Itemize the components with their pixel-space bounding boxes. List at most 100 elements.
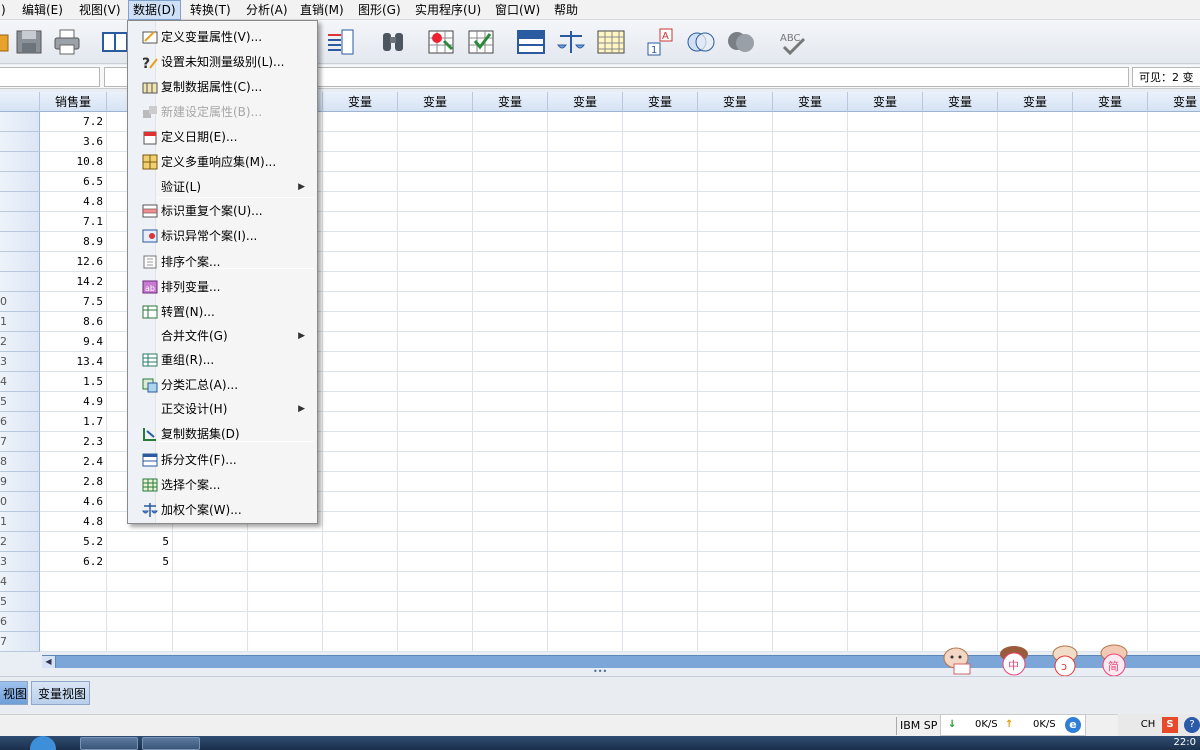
grid-cell[interactable] bbox=[623, 492, 698, 512]
grid-cell[interactable] bbox=[548, 412, 623, 432]
grid-cell[interactable] bbox=[398, 372, 473, 392]
grid-cell[interactable] bbox=[623, 252, 698, 272]
grid-cell[interactable] bbox=[473, 392, 548, 412]
grid-cell[interactable] bbox=[323, 552, 398, 572]
grid-cell[interactable] bbox=[548, 532, 623, 552]
grid-cell[interactable] bbox=[773, 112, 848, 132]
grid-cell[interactable] bbox=[848, 232, 923, 252]
grid-cell[interactable] bbox=[398, 152, 473, 172]
grid-cell[interactable] bbox=[623, 312, 698, 332]
grid-cell[interactable] bbox=[923, 392, 998, 412]
grid-cell[interactable] bbox=[923, 412, 998, 432]
grid-cell[interactable] bbox=[323, 472, 398, 492]
grid-cell[interactable] bbox=[998, 292, 1073, 312]
grid-cell[interactable] bbox=[923, 452, 998, 472]
grid-cell[interactable] bbox=[398, 432, 473, 452]
grid-cell[interactable] bbox=[1148, 252, 1200, 272]
grid-cell[interactable] bbox=[998, 172, 1073, 192]
column-header-empty-var[interactable]: 变量 bbox=[1073, 92, 1148, 112]
grid-cell[interactable]: 1.5 bbox=[40, 372, 107, 392]
grid-cell[interactable] bbox=[1148, 612, 1200, 632]
grid-cell[interactable] bbox=[848, 572, 923, 592]
grid-cell[interactable] bbox=[923, 112, 998, 132]
grid-cell[interactable] bbox=[773, 392, 848, 412]
row-header[interactable]: 7 bbox=[0, 432, 40, 452]
grid-cell[interactable] bbox=[1073, 212, 1148, 232]
grid-cell[interactable] bbox=[1148, 232, 1200, 252]
grid-cell[interactable] bbox=[398, 472, 473, 492]
grid-cell[interactable] bbox=[773, 172, 848, 192]
grid-cell[interactable] bbox=[698, 292, 773, 312]
grid-cell[interactable] bbox=[998, 132, 1073, 152]
menu-data[interactable]: 数据(D) bbox=[128, 0, 181, 20]
grid-cell[interactable] bbox=[1073, 432, 1148, 452]
grid-cell[interactable] bbox=[998, 332, 1073, 352]
grid-cell[interactable] bbox=[848, 192, 923, 212]
grid-cell[interactable] bbox=[473, 312, 548, 332]
grid-cell[interactable] bbox=[998, 232, 1073, 252]
grid-cell[interactable] bbox=[323, 132, 398, 152]
grid-cell[interactable] bbox=[1073, 452, 1148, 472]
grid-cell[interactable] bbox=[698, 392, 773, 412]
row-header[interactable]: 7 bbox=[0, 632, 40, 652]
grid-cell[interactable] bbox=[473, 612, 548, 632]
grid-cell[interactable] bbox=[323, 152, 398, 172]
grid-cell[interactable] bbox=[848, 512, 923, 532]
scroll-left-arrow-icon[interactable]: ◀ bbox=[42, 656, 56, 668]
grid-cell[interactable] bbox=[1148, 292, 1200, 312]
grid-cell[interactable] bbox=[698, 352, 773, 372]
grid-cell[interactable] bbox=[623, 132, 698, 152]
grid-cell[interactable] bbox=[107, 632, 173, 652]
grid-cell[interactable] bbox=[998, 572, 1073, 592]
grid-cell[interactable] bbox=[998, 252, 1073, 272]
grid-cell[interactable] bbox=[398, 552, 473, 572]
row-header[interactable]: 1 bbox=[0, 312, 40, 332]
grid-cell[interactable] bbox=[923, 592, 998, 612]
grid-cell[interactable] bbox=[698, 212, 773, 232]
grid-cell[interactable] bbox=[548, 332, 623, 352]
grid-cell[interactable] bbox=[848, 472, 923, 492]
grid-cell[interactable] bbox=[473, 112, 548, 132]
browser-e-icon[interactable]: e bbox=[1065, 717, 1081, 733]
grid-cell[interactable] bbox=[473, 632, 548, 652]
grid-cell[interactable] bbox=[848, 412, 923, 432]
column-header-empty-var[interactable]: 变量 bbox=[773, 92, 848, 112]
grid-cell[interactable] bbox=[998, 472, 1073, 492]
grid-cell[interactable] bbox=[698, 592, 773, 612]
row-header[interactable] bbox=[0, 132, 40, 152]
menu-item-aggregate[interactable]: 分类汇总(A)... bbox=[130, 373, 315, 397]
grid-cell[interactable]: 7.1 bbox=[40, 212, 107, 232]
grid-cell[interactable]: 5.2 bbox=[40, 532, 107, 552]
menu-item-set-unknown-measure-level[interactable]: ? 设置未知测量级别(L)... bbox=[130, 50, 315, 74]
grid-cell[interactable] bbox=[548, 232, 623, 252]
row-header[interactable]: 1 bbox=[0, 512, 40, 532]
grid-cell[interactable] bbox=[548, 572, 623, 592]
insert-variable-icon[interactable] bbox=[466, 27, 496, 57]
grid-cell[interactable] bbox=[1073, 532, 1148, 552]
grid-cell[interactable] bbox=[548, 312, 623, 332]
grid-cell[interactable] bbox=[1073, 252, 1148, 272]
open-folder-icon[interactable] bbox=[0, 27, 12, 57]
grid-cell[interactable] bbox=[473, 212, 548, 232]
column-header-empty-var[interactable]: 变量 bbox=[698, 92, 773, 112]
grid-cell[interactable] bbox=[323, 212, 398, 232]
grid-cell[interactable] bbox=[698, 572, 773, 592]
grid-cell[interactable] bbox=[473, 132, 548, 152]
variables-icon[interactable] bbox=[326, 27, 356, 57]
grid-cell[interactable] bbox=[323, 592, 398, 612]
grid-cell[interactable] bbox=[1148, 112, 1200, 132]
grid-cell[interactable] bbox=[548, 152, 623, 172]
grid-cell[interactable] bbox=[473, 332, 548, 352]
menu-item-identify-duplicate-cases[interactable]: 标识重复个案(U)... bbox=[130, 199, 315, 223]
menu-item-new-custom-attribute[interactable]: 新建设定属性(B)... bbox=[130, 100, 315, 124]
grid-cell[interactable] bbox=[998, 392, 1073, 412]
grid-cell[interactable] bbox=[623, 532, 698, 552]
grid-cell[interactable] bbox=[1148, 312, 1200, 332]
grid-cell[interactable] bbox=[623, 272, 698, 292]
row-header[interactable]: 8 bbox=[0, 452, 40, 472]
grid-cell[interactable] bbox=[323, 432, 398, 452]
grid-cell[interactable] bbox=[1073, 292, 1148, 312]
grid-cell[interactable] bbox=[107, 612, 173, 632]
grid-cell[interactable] bbox=[998, 592, 1073, 612]
grid-cell[interactable] bbox=[323, 172, 398, 192]
